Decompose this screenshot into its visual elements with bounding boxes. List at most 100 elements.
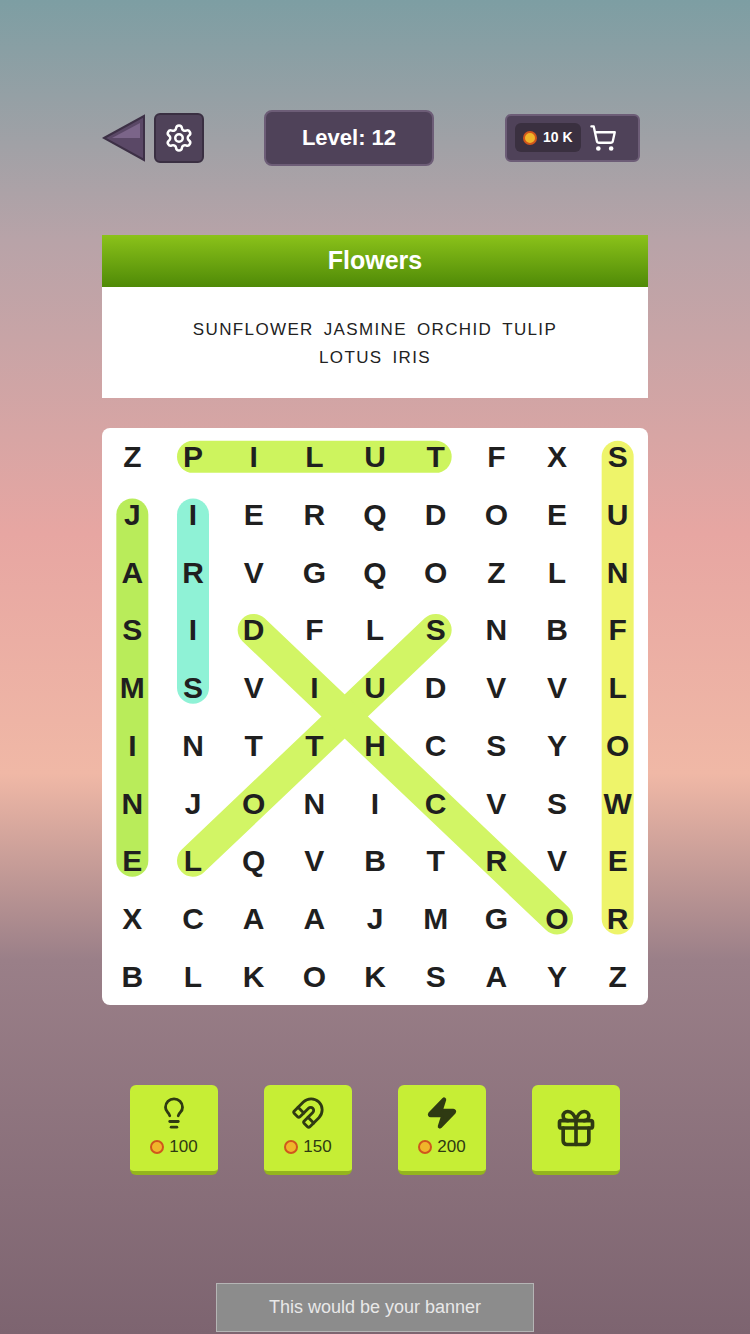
grid-cell[interactable]: V <box>284 832 345 890</box>
grid-cell[interactable]: I <box>345 774 406 832</box>
grid-cell[interactable]: X <box>102 890 163 948</box>
grid-cell[interactable]: U <box>345 428 406 486</box>
grid-cell[interactable]: Z <box>466 543 527 601</box>
grid-cell[interactable]: E <box>223 486 284 544</box>
ad-banner[interactable]: This would be your banner <box>216 1283 534 1332</box>
grid-cell[interactable]: F <box>284 601 345 659</box>
grid-cell[interactable]: A <box>466 947 527 1005</box>
grid-cell[interactable]: Q <box>223 832 284 890</box>
grid-cell[interactable]: A <box>102 543 163 601</box>
grid-cell[interactable]: O <box>284 947 345 1005</box>
grid-cell[interactable]: V <box>527 659 588 717</box>
grid-cell[interactable]: E <box>527 486 588 544</box>
grid-cell[interactable]: S <box>466 717 527 775</box>
grid-cell[interactable]: L <box>527 543 588 601</box>
grid-cell[interactable]: O <box>223 774 284 832</box>
grid-cell[interactable]: W <box>587 774 648 832</box>
grid-cell[interactable]: G <box>284 543 345 601</box>
grid-cell[interactable]: I <box>163 601 224 659</box>
grid-cell[interactable]: L <box>587 659 648 717</box>
grid-cell[interactable]: T <box>405 428 466 486</box>
grid-cell[interactable]: K <box>223 947 284 1005</box>
grid-cell[interactable]: I <box>102 717 163 775</box>
grid-cell[interactable]: C <box>405 717 466 775</box>
grid-cell[interactable]: K <box>345 947 406 1005</box>
grid-cell[interactable]: B <box>345 832 406 890</box>
grid-cell[interactable]: P <box>163 428 224 486</box>
category-header: Flowers <box>102 235 648 287</box>
grid-cell[interactable]: A <box>284 890 345 948</box>
grid-cell[interactable]: S <box>587 428 648 486</box>
powerup-button[interactable] <box>532 1085 620 1175</box>
grid-cell[interactable]: U <box>345 659 406 717</box>
grid-cell[interactable]: Y <box>527 947 588 1005</box>
grid-cell[interactable]: D <box>223 601 284 659</box>
grid-cell[interactable]: O <box>466 486 527 544</box>
grid-cell[interactable]: T <box>284 717 345 775</box>
grid-cell[interactable]: S <box>405 947 466 1005</box>
grid-cell[interactable]: D <box>405 659 466 717</box>
grid-cell[interactable]: C <box>405 774 466 832</box>
powerup-button[interactable]: 200 <box>398 1085 486 1175</box>
grid-cell[interactable]: R <box>466 832 527 890</box>
grid-cell[interactable]: N <box>466 601 527 659</box>
grid-cell[interactable]: J <box>345 890 406 948</box>
grid-cell[interactable]: L <box>163 947 224 1005</box>
grid-cell[interactable]: Z <box>587 947 648 1005</box>
grid-cell[interactable]: V <box>527 832 588 890</box>
grid-cell[interactable]: I <box>163 486 224 544</box>
grid-cell[interactable]: J <box>163 774 224 832</box>
back-button[interactable] <box>102 113 146 163</box>
grid-cell[interactable]: R <box>284 486 345 544</box>
grid-cell[interactable]: X <box>527 428 588 486</box>
grid-cell[interactable]: I <box>284 659 345 717</box>
grid-cell[interactable]: R <box>163 543 224 601</box>
grid-cell[interactable]: E <box>587 832 648 890</box>
grid-cell[interactable]: S <box>405 601 466 659</box>
grid-cell[interactable]: E <box>102 832 163 890</box>
grid-cell[interactable]: L <box>284 428 345 486</box>
grid-cell[interactable]: U <box>587 486 648 544</box>
grid-cell[interactable]: B <box>527 601 588 659</box>
letter-grid[interactable]: ZPILUTFXSJIERQDOEUARVGQOZLNSIDFLSNBFMSVI… <box>102 428 648 1005</box>
powerup-button[interactable]: 100 <box>130 1085 218 1175</box>
grid-cell[interactable]: A <box>223 890 284 948</box>
grid-cell[interactable]: V <box>223 543 284 601</box>
grid-cell[interactable]: V <box>466 774 527 832</box>
grid-cell[interactable]: F <box>466 428 527 486</box>
grid-cell[interactable]: N <box>163 717 224 775</box>
grid-cell[interactable]: C <box>163 890 224 948</box>
grid-cell[interactable]: L <box>163 832 224 890</box>
grid-cell[interactable]: S <box>163 659 224 717</box>
grid-cell[interactable]: V <box>223 659 284 717</box>
grid-cell[interactable]: Q <box>345 543 406 601</box>
settings-button[interactable] <box>154 113 204 163</box>
grid-cell[interactable]: T <box>405 832 466 890</box>
grid-cell[interactable]: L <box>345 601 406 659</box>
grid-cell[interactable]: M <box>102 659 163 717</box>
grid-cell[interactable]: N <box>102 774 163 832</box>
grid-cell[interactable]: O <box>587 717 648 775</box>
grid-cell[interactable]: S <box>102 601 163 659</box>
grid-cell[interactable]: V <box>466 659 527 717</box>
grid-cell[interactable]: M <box>405 890 466 948</box>
grid-cell[interactable]: J <box>102 486 163 544</box>
grid-cell[interactable]: T <box>223 717 284 775</box>
grid-cell[interactable]: I <box>223 428 284 486</box>
grid-cell[interactable]: S <box>527 774 588 832</box>
grid-cell[interactable]: Q <box>345 486 406 544</box>
grid-cell[interactable]: D <box>405 486 466 544</box>
grid-cell[interactable]: O <box>527 890 588 948</box>
grid-cell[interactable]: O <box>405 543 466 601</box>
grid-cell[interactable]: H <box>345 717 406 775</box>
grid-cell[interactable]: N <box>587 543 648 601</box>
grid-cell[interactable]: N <box>284 774 345 832</box>
coins-panel[interactable]: 10 K <box>505 114 640 162</box>
grid-cell[interactable]: G <box>466 890 527 948</box>
grid-cell[interactable]: Z <box>102 428 163 486</box>
grid-cell[interactable]: R <box>587 890 648 948</box>
grid-cell[interactable]: B <box>102 947 163 1005</box>
grid-cell[interactable]: F <box>587 601 648 659</box>
grid-cell[interactable]: Y <box>527 717 588 775</box>
powerup-button[interactable]: 150 <box>264 1085 352 1175</box>
